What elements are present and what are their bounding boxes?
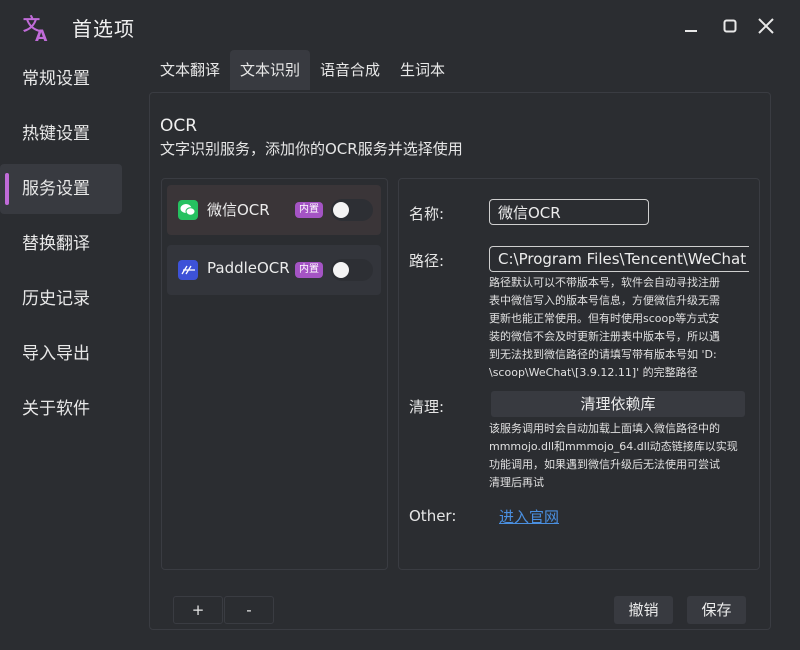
name-field[interactable] bbox=[489, 199, 649, 225]
save-button[interactable]: 保存 bbox=[687, 596, 746, 624]
paddle-icon bbox=[178, 260, 198, 280]
name-label: 名称: bbox=[409, 205, 445, 223]
maximize-icon bbox=[723, 19, 737, 33]
wechat-icon bbox=[178, 200, 198, 220]
close-button[interactable] bbox=[755, 15, 777, 37]
sidebar-item-services[interactable]: 服务设置 bbox=[0, 164, 122, 214]
tab-vocabulary[interactable]: 生词本 bbox=[390, 50, 455, 90]
clean-dependencies-button[interactable]: 清理依赖库 bbox=[491, 391, 745, 417]
window-title: 首选项 bbox=[72, 17, 135, 41]
sidebar-item-general[interactable]: 常规设置 bbox=[0, 54, 122, 104]
help-line: 表中微信写入的版本号信息，方便微信升级无需 bbox=[489, 294, 720, 307]
help-line: 路径默认可以不带版本号，软件会自动寻找注册 bbox=[489, 276, 720, 289]
sidebar: 常规设置 热键设置 服务设置 替换翻译 历史记录 导入导出 关于软件 bbox=[0, 54, 122, 439]
help-line: mmmojo.dll和mmmojo_64.dll动态链接库以实现 bbox=[489, 440, 738, 453]
path-help-text: 路径默认可以不带版本号，软件会自动寻找注册 表中微信写入的版本号信息，方便微信升… bbox=[489, 274, 720, 382]
sidebar-item-history[interactable]: 历史记录 bbox=[0, 274, 122, 324]
section-title: OCR bbox=[160, 116, 198, 136]
cancel-button[interactable]: 撤销 bbox=[614, 596, 673, 624]
close-icon bbox=[758, 18, 774, 34]
help-line: 清理后再试 bbox=[489, 476, 544, 489]
path-field[interactable]: C:\Program Files\Tencent\WeChat bbox=[489, 246, 749, 272]
service-name: 微信OCR bbox=[207, 201, 270, 219]
help-line: 到无法找到微信路径的请填写带有版本号如 'D: bbox=[489, 348, 717, 361]
help-line: \scoop\WeChat\[3.9.12.11]' 的完整路径 bbox=[489, 366, 698, 379]
tab-text-recognition[interactable]: 文本识别 bbox=[230, 50, 311, 90]
help-line: 装的微信不会及时更新注册表中版本号，所以遇 bbox=[489, 330, 720, 343]
tab-speech-synthesis[interactable]: 语音合成 bbox=[310, 50, 390, 90]
remove-service-button[interactable]: - bbox=[224, 596, 274, 624]
minimize-button[interactable] bbox=[680, 15, 702, 37]
section-description: 文字识别服务，添加你的OCR服务并选择使用 bbox=[160, 140, 463, 158]
help-line: 功能调用，如果遇到微信升级后无法使用可尝试 bbox=[489, 458, 720, 471]
builtin-badge: 内置 bbox=[295, 202, 323, 218]
service-item-paddleocr[interactable]: PaddleOCR 内置 bbox=[167, 245, 381, 295]
help-line: 该服务调用时会自动加载上面填入微信路径中的 bbox=[489, 422, 720, 435]
service-list bbox=[161, 178, 388, 570]
title-bar: 文 A 首选项 bbox=[0, 0, 800, 52]
clean-label: 清理: bbox=[409, 398, 445, 416]
official-site-link[interactable]: 进入官网 bbox=[499, 506, 559, 527]
service-item-wechat-ocr[interactable]: 微信OCR 内置 bbox=[167, 185, 381, 235]
sidebar-item-hotkeys[interactable]: 热键设置 bbox=[0, 109, 122, 159]
minimize-icon bbox=[685, 30, 697, 32]
service-enable-toggle[interactable] bbox=[331, 199, 373, 221]
sidebar-item-replace-translation[interactable]: 替换翻译 bbox=[0, 219, 122, 269]
other-label: Other: bbox=[409, 507, 457, 525]
service-enable-toggle[interactable] bbox=[331, 259, 373, 281]
service-tabs: 文本翻译 文本识别 语音合成 生词本 bbox=[150, 50, 455, 90]
svg-text:A: A bbox=[35, 26, 48, 42]
tab-text-translation[interactable]: 文本翻译 bbox=[150, 50, 230, 90]
toggle-knob bbox=[333, 202, 349, 218]
sidebar-item-import-export[interactable]: 导入导出 bbox=[0, 329, 122, 379]
maximize-button[interactable] bbox=[719, 15, 741, 37]
translate-logo-icon: 文 A bbox=[23, 14, 48, 42]
help-line: 更新也能正常使用。但有时使用scoop等方式安 bbox=[489, 312, 720, 325]
clean-help-text: 该服务调用时会自动加载上面填入微信路径中的 mmmojo.dll和mmmojo_… bbox=[489, 420, 738, 492]
builtin-badge: 内置 bbox=[295, 262, 323, 278]
toggle-knob bbox=[333, 262, 349, 278]
path-label: 路径: bbox=[409, 252, 445, 270]
sidebar-item-about[interactable]: 关于软件 bbox=[0, 384, 122, 434]
service-name: PaddleOCR bbox=[207, 259, 290, 277]
add-service-button[interactable]: + bbox=[173, 596, 223, 624]
